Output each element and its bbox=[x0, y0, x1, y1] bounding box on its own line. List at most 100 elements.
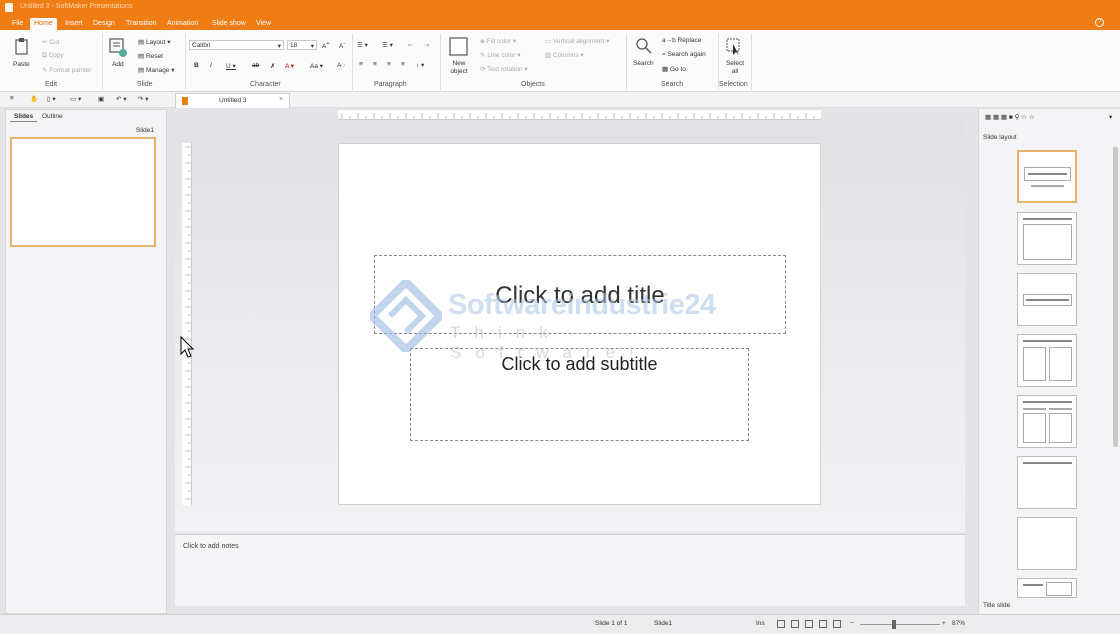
line-color-button[interactable]: ✎ Line color ▾ bbox=[480, 51, 521, 59]
paste-icon[interactable] bbox=[14, 38, 30, 56]
justify-icon[interactable]: ≡ bbox=[401, 61, 405, 68]
character-format-icon[interactable]: A◌ bbox=[337, 62, 345, 69]
columns-button[interactable]: ▥ Columns ▾ bbox=[545, 51, 584, 59]
tab-insert[interactable]: Insert bbox=[61, 18, 87, 30]
font-name-select[interactable]: Calibri ▾ bbox=[189, 40, 284, 50]
window-title: Untitled 3 - SoftMaker Presentations bbox=[20, 3, 133, 10]
search-icon[interactable] bbox=[636, 38, 652, 54]
subtitle-placeholder[interactable]: Click to add subtitle bbox=[410, 348, 749, 441]
tab-slides[interactable]: Slides bbox=[10, 112, 38, 122]
search-button[interactable]: Search bbox=[633, 60, 654, 67]
tab-outline[interactable]: Outline bbox=[38, 112, 67, 121]
new-object-button[interactable]: New object bbox=[446, 60, 472, 76]
vertical-alignment-button[interactable]: ▭ Vertical alignment ▾ bbox=[545, 37, 609, 45]
layout-line bbox=[1023, 340, 1072, 342]
format-painter-button[interactable]: ✎ Format painter bbox=[42, 66, 92, 74]
cut-label: Cut bbox=[49, 39, 60, 46]
paste-button[interactable]: Paste bbox=[13, 61, 30, 68]
line-spacing-icon[interactable]: ↕ ▾ bbox=[416, 61, 424, 69]
close-icon[interactable]: × bbox=[279, 96, 283, 103]
increase-indent-icon[interactable]: ⇥ bbox=[424, 41, 429, 49]
zoom-in-icon[interactable]: + bbox=[942, 620, 946, 627]
layout-section-header[interactable] bbox=[1017, 273, 1077, 326]
slide-canvas[interactable]: Click to add title Click to add subtitle bbox=[338, 143, 821, 505]
cut-button[interactable]: ✂ Cut bbox=[42, 38, 59, 46]
bold-icon[interactable]: B bbox=[194, 62, 199, 69]
slide-thumbnail[interactable] bbox=[10, 137, 156, 247]
bullets-icon[interactable]: ☰ ▾ bbox=[357, 41, 368, 49]
align-right-icon[interactable]: ≡ bbox=[387, 61, 391, 68]
text-rotation-button[interactable]: ⟳ Text rotation ▾ bbox=[480, 65, 528, 73]
tab-transition[interactable]: Transition bbox=[122, 18, 160, 30]
zoom-out-icon[interactable]: − bbox=[850, 620, 854, 627]
add-slide-icon[interactable] bbox=[109, 38, 127, 58]
toolbar-menu-icon[interactable]: ≡ bbox=[10, 95, 14, 102]
normal-view-icon[interactable] bbox=[777, 620, 785, 628]
layout-line bbox=[1028, 173, 1067, 175]
search-again-button[interactable]: ⌕ Search again bbox=[662, 51, 706, 59]
add-slide-button[interactable]: Add bbox=[112, 61, 124, 68]
document-tab[interactable]: Untitled 3 × bbox=[175, 93, 290, 108]
layout-two-content[interactable] bbox=[1017, 334, 1077, 387]
undo-icon[interactable]: ↶ ▾ bbox=[116, 95, 127, 103]
tab-view[interactable]: View bbox=[252, 18, 275, 30]
underline-icon[interactable]: U ▾ bbox=[226, 62, 236, 70]
layout-title-content[interactable] bbox=[1017, 212, 1077, 265]
mouse-cursor-icon bbox=[180, 336, 194, 358]
tab-file[interactable]: File bbox=[8, 18, 27, 30]
select-all-button[interactable]: Select all bbox=[724, 60, 746, 76]
layout-title-only[interactable] bbox=[1017, 456, 1077, 509]
align-left-icon[interactable]: ≡ bbox=[359, 61, 363, 68]
manage-button[interactable]: ▤ Manage ▾ bbox=[138, 66, 175, 74]
layout-line bbox=[1023, 401, 1072, 403]
layout-blank[interactable] bbox=[1017, 517, 1077, 570]
layout-button[interactable]: ▤ Layout ▾ bbox=[138, 38, 171, 46]
slideshow-icon[interactable] bbox=[833, 620, 841, 628]
layout-scrollbar[interactable] bbox=[1113, 147, 1118, 447]
notes-pane[interactable]: Click to add notes bbox=[175, 534, 965, 606]
slide-sorter-icon[interactable] bbox=[791, 620, 799, 628]
save-icon[interactable]: ▣ bbox=[98, 95, 104, 103]
fill-color-button[interactable]: ◈ Fill color ▾ bbox=[480, 37, 516, 45]
font-color-icon[interactable]: A ▾ bbox=[285, 62, 294, 70]
italic-icon[interactable]: I bbox=[210, 62, 212, 69]
zoom-slider[interactable] bbox=[860, 624, 940, 625]
notes-view-icon[interactable] bbox=[819, 620, 827, 628]
new-document-icon[interactable]: ▯ ▾ bbox=[47, 95, 56, 103]
strikethrough-icon[interactable]: ab bbox=[252, 62, 259, 69]
align-center-icon[interactable]: ≡ bbox=[373, 61, 377, 68]
panel-menu-icon[interactable]: ▾ bbox=[1109, 113, 1112, 121]
tab-design[interactable]: Design bbox=[89, 18, 119, 30]
new-object-icon[interactable] bbox=[449, 37, 469, 57]
numbering-icon[interactable]: ☰ ▾ bbox=[382, 41, 393, 49]
replace-button[interactable]: a→b Replace bbox=[662, 37, 701, 44]
outline-view-icon[interactable] bbox=[805, 620, 813, 628]
go-to-label: Go to bbox=[669, 66, 686, 73]
reset-button[interactable]: ▤ Reset bbox=[138, 52, 163, 60]
insert-mode[interactable]: Ins bbox=[756, 620, 765, 627]
go-to-button[interactable]: ▦ Go to bbox=[662, 65, 686, 73]
layout-title-slide[interactable] bbox=[1017, 150, 1077, 203]
zoom-slider-thumb[interactable] bbox=[892, 620, 896, 629]
tab-animation[interactable]: Animation bbox=[163, 18, 202, 30]
tab-home[interactable]: Home bbox=[30, 18, 57, 30]
panel-icons-toolbar[interactable]: ▦ ▦ ▦ ■ ⚲ ☆ ☆ bbox=[985, 113, 1035, 121]
shrink-font-icon[interactable]: A- bbox=[339, 41, 345, 50]
redo-icon[interactable]: ↷ ▾ bbox=[138, 95, 149, 103]
select-all-icon[interactable] bbox=[726, 38, 742, 56]
tab-slide-show[interactable]: Slide show bbox=[208, 18, 250, 30]
font-size-select[interactable]: 18 ▾ bbox=[287, 40, 317, 50]
layout-content-caption[interactable] bbox=[1017, 578, 1077, 598]
clear-format-icon[interactable]: ✗ bbox=[270, 62, 275, 70]
open-icon[interactable]: ▭ ▾ bbox=[70, 95, 81, 103]
hand-icon[interactable]: ✋ bbox=[30, 95, 38, 103]
decrease-indent-icon[interactable]: ⇤ bbox=[408, 41, 413, 49]
layout-comparison[interactable] bbox=[1017, 395, 1077, 448]
zoom-level[interactable]: 87% bbox=[952, 620, 965, 627]
title-placeholder[interactable]: Click to add title bbox=[374, 255, 786, 334]
copy-button[interactable]: ⧉ Copy bbox=[42, 52, 64, 60]
help-icon[interactable]: ? bbox=[1095, 18, 1104, 27]
grow-font-icon[interactable]: A+ bbox=[322, 41, 330, 50]
objects-group-label: Objects bbox=[521, 81, 545, 88]
change-case-icon[interactable]: Aa ▾ bbox=[310, 62, 323, 70]
